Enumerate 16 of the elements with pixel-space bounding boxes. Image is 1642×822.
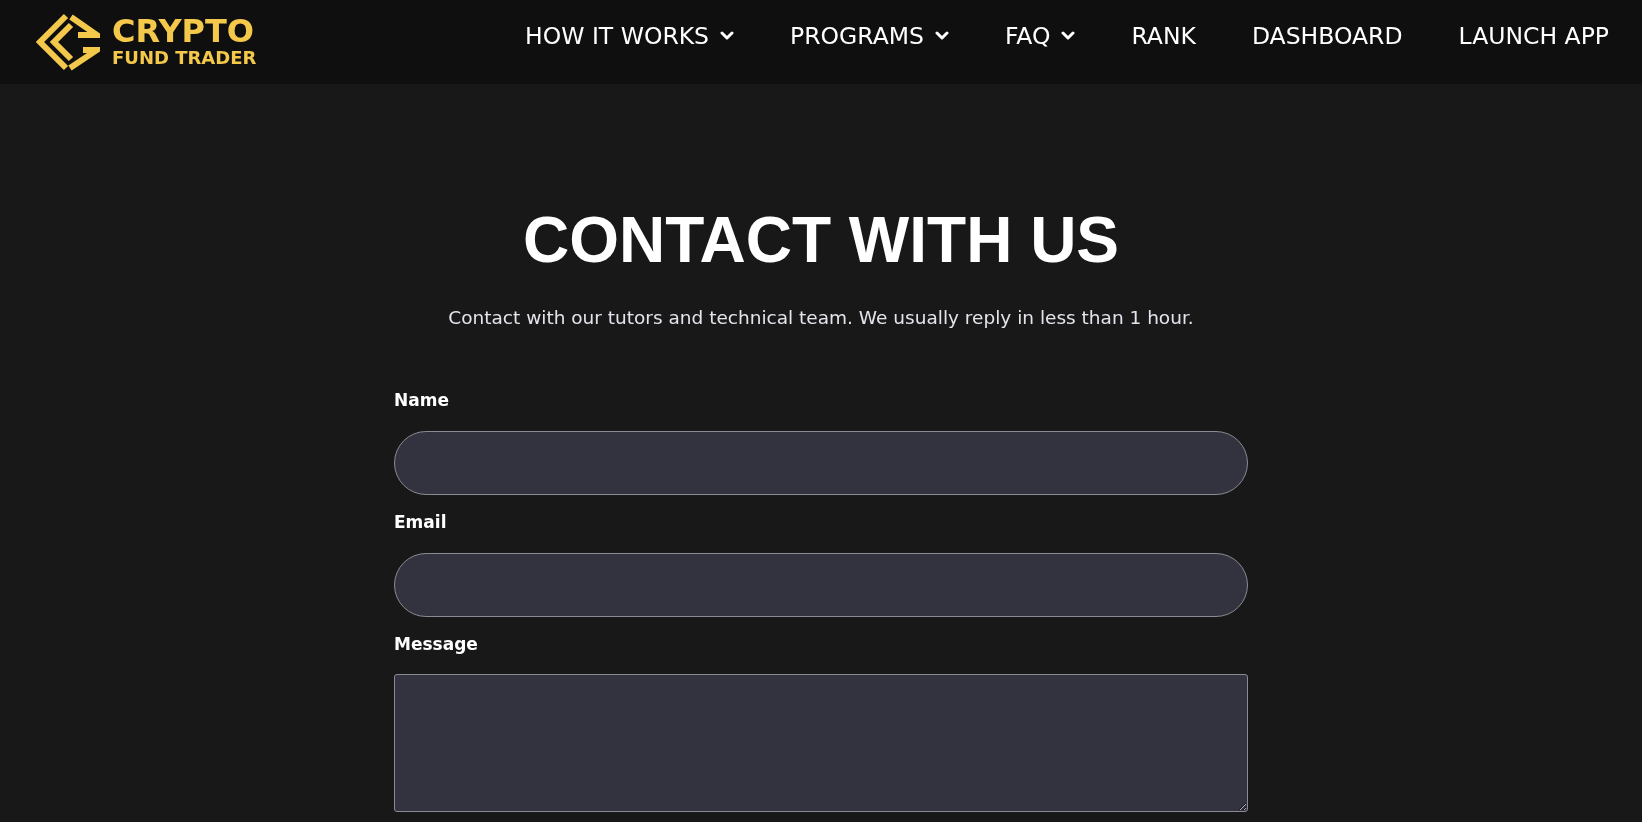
nav-link[interactable]: FAQ	[1004, 22, 1076, 50]
logo-link[interactable]: CRYPTO FUND TRADER	[36, 13, 257, 71]
nav-link[interactable]: DASHBOARD	[1251, 22, 1403, 50]
page-title: CONTACT WITH US	[522, 208, 1120, 272]
page-subtitle: Contact with our tutors and technical team. We usually reply in less than 1 hour.	[448, 306, 1194, 329]
logo-icon	[36, 13, 100, 71]
logo-subtitle: FUND TRADER	[112, 47, 257, 69]
nav-link[interactable]: LAUNCH APP	[1458, 22, 1609, 50]
field-label: Message	[394, 633, 479, 655]
logo-title: CRYPTO	[112, 15, 256, 47]
nav-link[interactable]: PROGRAMS	[790, 22, 949, 50]
textarea-field[interactable]	[394, 674, 1248, 812]
nav-link[interactable]: RANK	[1131, 22, 1196, 50]
field-label: Name	[394, 389, 450, 411]
field-label: Email	[394, 511, 448, 533]
nav-link[interactable]: HOW IT WORKS	[525, 22, 735, 50]
